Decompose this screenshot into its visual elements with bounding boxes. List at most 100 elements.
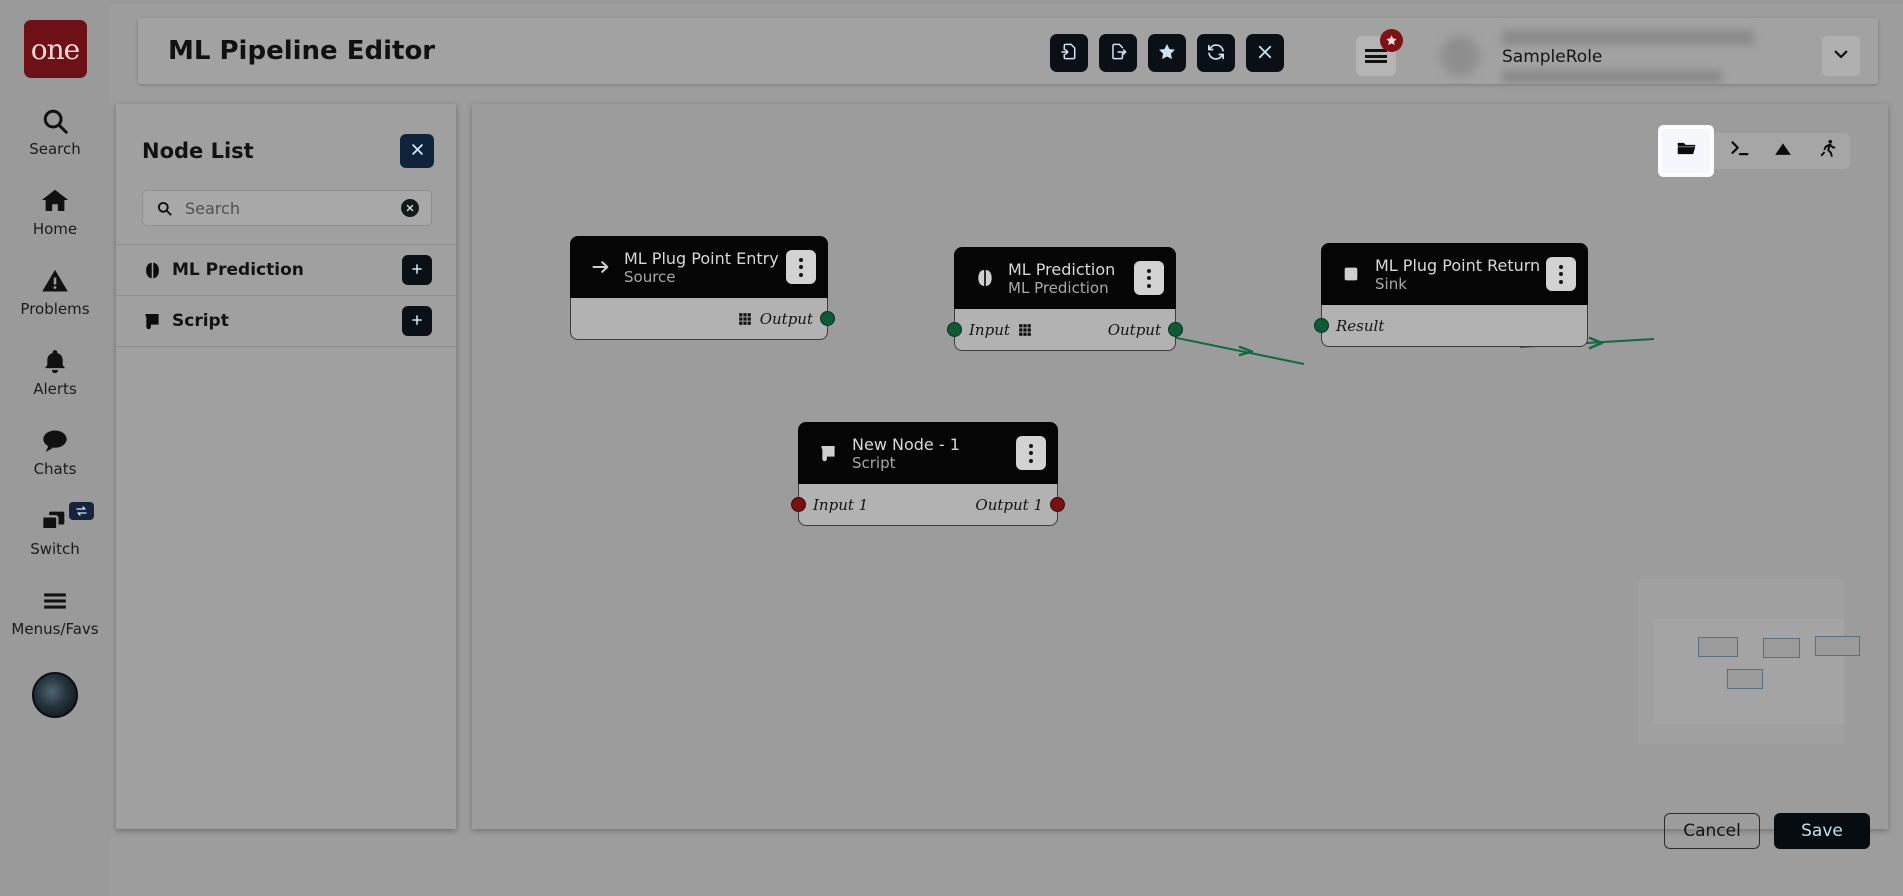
run-tool[interactable]	[1812, 136, 1842, 166]
hamburger-icon	[39, 584, 71, 618]
canvas-node-ml-plug-point-entry[interactable]: ML Plug Point Entry Source Output	[570, 236, 835, 340]
node-ports: Output	[570, 298, 835, 340]
rail-label: Home	[32, 220, 78, 238]
image-tool[interactable]	[1768, 136, 1798, 166]
top-bar: ML Pipeline Editor SampleRole	[138, 18, 1878, 84]
node-type-label: ML Prediction	[172, 260, 304, 280]
kebab-menu-icon	[1559, 264, 1563, 269]
open-folder-tool[interactable]	[1660, 127, 1712, 175]
footer-actions: Cancel Save	[1664, 813, 1870, 849]
port-output[interactable]: Output	[738, 310, 813, 328]
cancel-button[interactable]: Cancel	[1664, 813, 1760, 849]
rail-item-home[interactable]: Home	[0, 184, 110, 238]
port-dot-output-1[interactable]	[1050, 497, 1065, 512]
port-dot-output[interactable]	[820, 311, 835, 326]
port-input[interactable]: Input	[969, 321, 1032, 339]
port-result[interactable]: Result	[1336, 317, 1384, 335]
left-nav-rail: one Search Home Problems Alerts Chats Sw…	[0, 0, 110, 896]
close-button[interactable]	[1246, 34, 1284, 72]
rail-item-menus-favs[interactable]: Menus/Favs	[0, 584, 110, 638]
port-output[interactable]: Output	[1108, 321, 1161, 339]
running-person-icon	[1817, 138, 1838, 164]
port-label-text: Result	[1336, 316, 1385, 335]
scroll-icon	[818, 443, 852, 464]
rail-label: Alerts	[33, 380, 77, 398]
node-ports: Input Output	[947, 309, 1183, 351]
rail-item-alerts[interactable]: Alerts	[0, 344, 110, 398]
console-tool[interactable]	[1724, 136, 1754, 166]
user-name-redacted	[1502, 30, 1754, 45]
node-type-label: Script	[172, 311, 229, 331]
node-menu-button[interactable]	[1134, 261, 1164, 295]
canvas-minimap[interactable]	[1638, 579, 1860, 744]
search-icon	[156, 200, 173, 217]
node-subtitle: Script	[852, 453, 896, 472]
port-label-text: Output	[759, 309, 813, 328]
node-menu-button[interactable]	[786, 250, 816, 284]
node-menu-button[interactable]	[1546, 257, 1576, 291]
port-input-1[interactable]: Input 1	[813, 496, 868, 514]
canvas-node-ml-prediction[interactable]: ML Prediction ML Prediction Input Output	[947, 247, 1183, 351]
node-title: ML Plug Point Entry	[624, 248, 779, 268]
minimap-node	[1698, 637, 1738, 657]
refresh-sync-icon	[1206, 42, 1226, 65]
user-role: SampleRole	[1502, 47, 1603, 67]
save-button[interactable]: Save	[1774, 813, 1870, 849]
search-input[interactable]	[185, 198, 401, 218]
minimap-node	[1815, 636, 1860, 656]
port-dot-input[interactable]	[947, 322, 962, 337]
user-dropdown-button[interactable]	[1822, 36, 1860, 76]
import-file-button[interactable]	[1050, 34, 1088, 72]
node-menu-button[interactable]	[1016, 436, 1046, 470]
node-ports: Result	[1314, 305, 1588, 347]
rail-item-search[interactable]: Search	[0, 104, 110, 158]
file-import-icon	[1060, 42, 1079, 64]
search-icon	[40, 104, 70, 138]
node-title-group: ML Plug Point Return Sink	[1375, 256, 1546, 293]
node-header: ML Prediction ML Prediction	[954, 247, 1176, 309]
terminal-prompt-icon	[1729, 138, 1750, 164]
clear-circle-icon[interactable]	[401, 199, 419, 217]
brand-logo[interactable]: one	[23, 20, 87, 78]
rail-item-problems[interactable]: Problems	[0, 264, 110, 318]
canvas-node-new-node-1[interactable]: New Node - 1 Script Input 1 Output 1	[791, 422, 1065, 526]
port-dot-output[interactable]	[1168, 322, 1183, 337]
add-script-button[interactable]	[402, 306, 432, 336]
favorite-button[interactable]	[1148, 34, 1186, 72]
home-icon	[39, 184, 71, 218]
plus-icon	[410, 312, 424, 331]
node-type-ml-prediction[interactable]: ML Prediction	[116, 245, 456, 296]
node-list-title: Node List	[142, 139, 254, 163]
port-label-text: Input 1	[813, 495, 869, 514]
kebab-menu-icon	[1147, 268, 1151, 273]
node-type-script[interactable]: Script	[116, 296, 456, 347]
rail-label: Chats	[33, 460, 77, 478]
port-dot-result[interactable]	[1314, 318, 1329, 333]
port-output-1[interactable]: Output 1	[975, 496, 1043, 514]
rail-item-chats[interactable]: Chats	[0, 424, 110, 478]
node-list-close-button[interactable]	[400, 134, 434, 168]
user-org-redacted	[1502, 70, 1722, 83]
content-area: ML Pipeline Editor SampleRole Node List …	[110, 4, 1903, 896]
swap-arrows-icon[interactable]	[69, 502, 94, 520]
pipeline-canvas[interactable]: ML Plug Point Entry Source Output ML Pre…	[472, 104, 1888, 829]
export-file-button[interactable]	[1099, 34, 1137, 72]
star-icon	[1157, 42, 1177, 65]
header-menu-wrapper	[1356, 29, 1403, 76]
node-search-wrapper	[116, 168, 456, 244]
edge-entry-to-prediction	[1172, 336, 1305, 365]
add-ml-prediction-button[interactable]	[402, 255, 432, 285]
brain-icon	[974, 267, 1008, 289]
node-search-box[interactable]	[142, 190, 432, 226]
rail-item-switch[interactable]: Switch	[0, 502, 110, 558]
node-subtitle: ML Prediction	[1008, 278, 1109, 297]
close-x-icon	[1256, 43, 1274, 64]
port-dot-input-1[interactable]	[791, 497, 806, 512]
user-info-block: SampleRole	[1502, 28, 1782, 84]
grid-icon	[738, 312, 752, 326]
avatar[interactable]	[1440, 36, 1480, 76]
canvas-node-ml-plug-point-return[interactable]: ML Plug Point Return Sink Result	[1314, 243, 1588, 347]
rail-label: Switch	[30, 540, 80, 558]
refresh-button[interactable]	[1197, 34, 1235, 72]
user-avatar-icon[interactable]	[32, 672, 78, 718]
